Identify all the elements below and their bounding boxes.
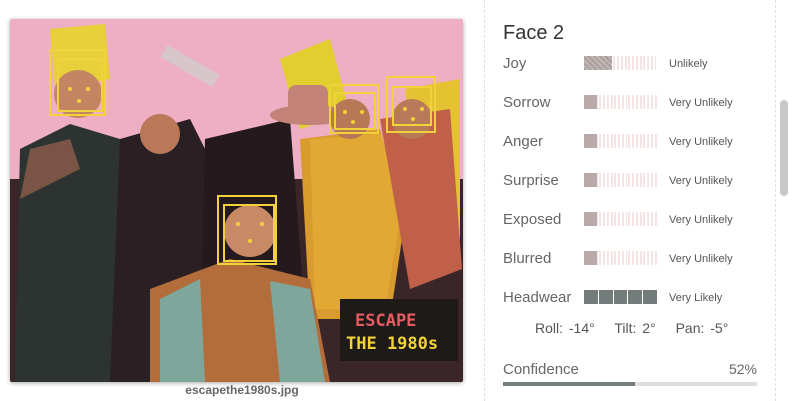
likelihood-segment: [598, 290, 614, 304]
attribute-label: Exposed: [503, 211, 562, 228]
likelihood-segment: [584, 95, 599, 109]
photo[interactable]: ESCAPE THE 1980s: [10, 19, 463, 382]
image-filename: escapethe1980s.jpg: [185, 383, 299, 397]
attribute-row-blurred: Blurred Very Unlikely: [503, 249, 773, 269]
likelihood-segment: [613, 95, 629, 109]
likelihood-segment: [628, 134, 644, 148]
likelihood-segment: [598, 173, 614, 187]
likelihood-segment: [613, 212, 629, 226]
attribute-likelihood: Very Unlikely: [669, 214, 733, 226]
likelihood-segment: [584, 134, 599, 148]
likelihood-segment: [643, 134, 658, 148]
attribute-likelihood: Very Unlikely: [669, 136, 733, 148]
likelihood-segment: [643, 212, 658, 226]
pose-readout: Roll: -14° Tilt: 2° Pan: -5°: [535, 320, 742, 336]
likelihood-segment: [628, 95, 644, 109]
attribute-likelihood: Unlikely: [669, 58, 708, 70]
face-title: Face 2: [503, 22, 565, 44]
likelihood-segment: [598, 95, 614, 109]
likelihood-segment: [598, 251, 614, 265]
attribute-label: Joy: [503, 55, 527, 72]
attribute-label: Blurred: [503, 250, 552, 267]
likelihood-segment: [642, 56, 658, 70]
sign-line-1: ESCAPE: [355, 311, 416, 331]
attribute-row-surprise: Surprise Very Unlikely: [503, 171, 773, 191]
likelihood-segment: [613, 251, 629, 265]
likelihood-bar: [584, 290, 658, 304]
face-details-panel: Face 2 Joy Unlikely Sorrow Very Unlikely Ang…: [485, 0, 775, 401]
attribute-likelihood: Very Unlikely: [669, 175, 733, 187]
attribute-row-joy: Joy Unlikely: [503, 54, 773, 74]
likelihood-bar: [584, 134, 658, 148]
confidence-bar: [503, 382, 757, 386]
likelihood-segment: [627, 56, 643, 70]
likelihood-segment: [598, 212, 614, 226]
likelihood-segment: [643, 251, 658, 265]
attribute-label: Surprise: [503, 172, 559, 189]
scrollbar[interactable]: [776, 0, 798, 401]
attribute-row-anger: Anger Very Unlikely: [503, 132, 773, 152]
likelihood-segment: [584, 290, 599, 304]
likelihood-bar: [584, 56, 658, 70]
attribute-label: Anger: [503, 133, 544, 150]
likelihood-bar: [584, 173, 658, 187]
likelihood-segment: [628, 212, 644, 226]
image-panel: ESCAPE THE 1980s escapethe1980s.jpg: [0, 0, 484, 401]
likelihood-segment: [584, 173, 599, 187]
likelihood-segment: [584, 56, 613, 70]
attribute-row-headwear: Headwear Very Likely: [503, 288, 773, 308]
likelihood-segment: [643, 95, 658, 109]
attribute-row-exposed: Exposed Very Unlikely: [503, 210, 773, 230]
attribute-likelihood: Very Likely: [669, 292, 723, 304]
likelihood-segment: [643, 290, 658, 304]
likelihood-bar: [584, 212, 658, 226]
likelihood-segment: [613, 290, 629, 304]
likelihood-segment: [598, 134, 614, 148]
pan-value: Pan: -5°: [675, 320, 729, 336]
attribute-likelihood: Very Unlikely: [669, 97, 733, 109]
tilt-value: Tilt: 2°: [614, 320, 656, 336]
likelihood-segment: [584, 212, 599, 226]
confidence-label: Confidence: [503, 361, 579, 378]
likelihood-segment: [628, 173, 644, 187]
confidence-value: 52%: [728, 361, 757, 377]
attribute-label: Sorrow: [503, 94, 551, 111]
sign-line-2: THE 1980s: [346, 334, 438, 354]
scrollbar-thumb[interactable]: [780, 100, 788, 196]
likelihood-segment: [628, 251, 644, 265]
likelihood-segment: [643, 173, 658, 187]
attribute-label: Headwear: [503, 289, 572, 306]
confidence-bar-fill: [503, 382, 636, 386]
likelihood-bar: [584, 251, 658, 265]
attribute-row-sorrow: Sorrow Very Unlikely: [503, 93, 773, 113]
likelihood-segment: [613, 134, 629, 148]
photo-illustration: ESCAPE THE 1980s: [10, 19, 463, 382]
likelihood-segment: [628, 290, 644, 304]
likelihood-segment: [613, 173, 629, 187]
likelihood-bar: [584, 95, 658, 109]
attribute-likelihood: Very Unlikely: [669, 253, 733, 265]
likelihood-segment: [613, 56, 628, 70]
roll-value: Roll: -14°: [535, 320, 595, 336]
likelihood-segment: [584, 251, 599, 265]
